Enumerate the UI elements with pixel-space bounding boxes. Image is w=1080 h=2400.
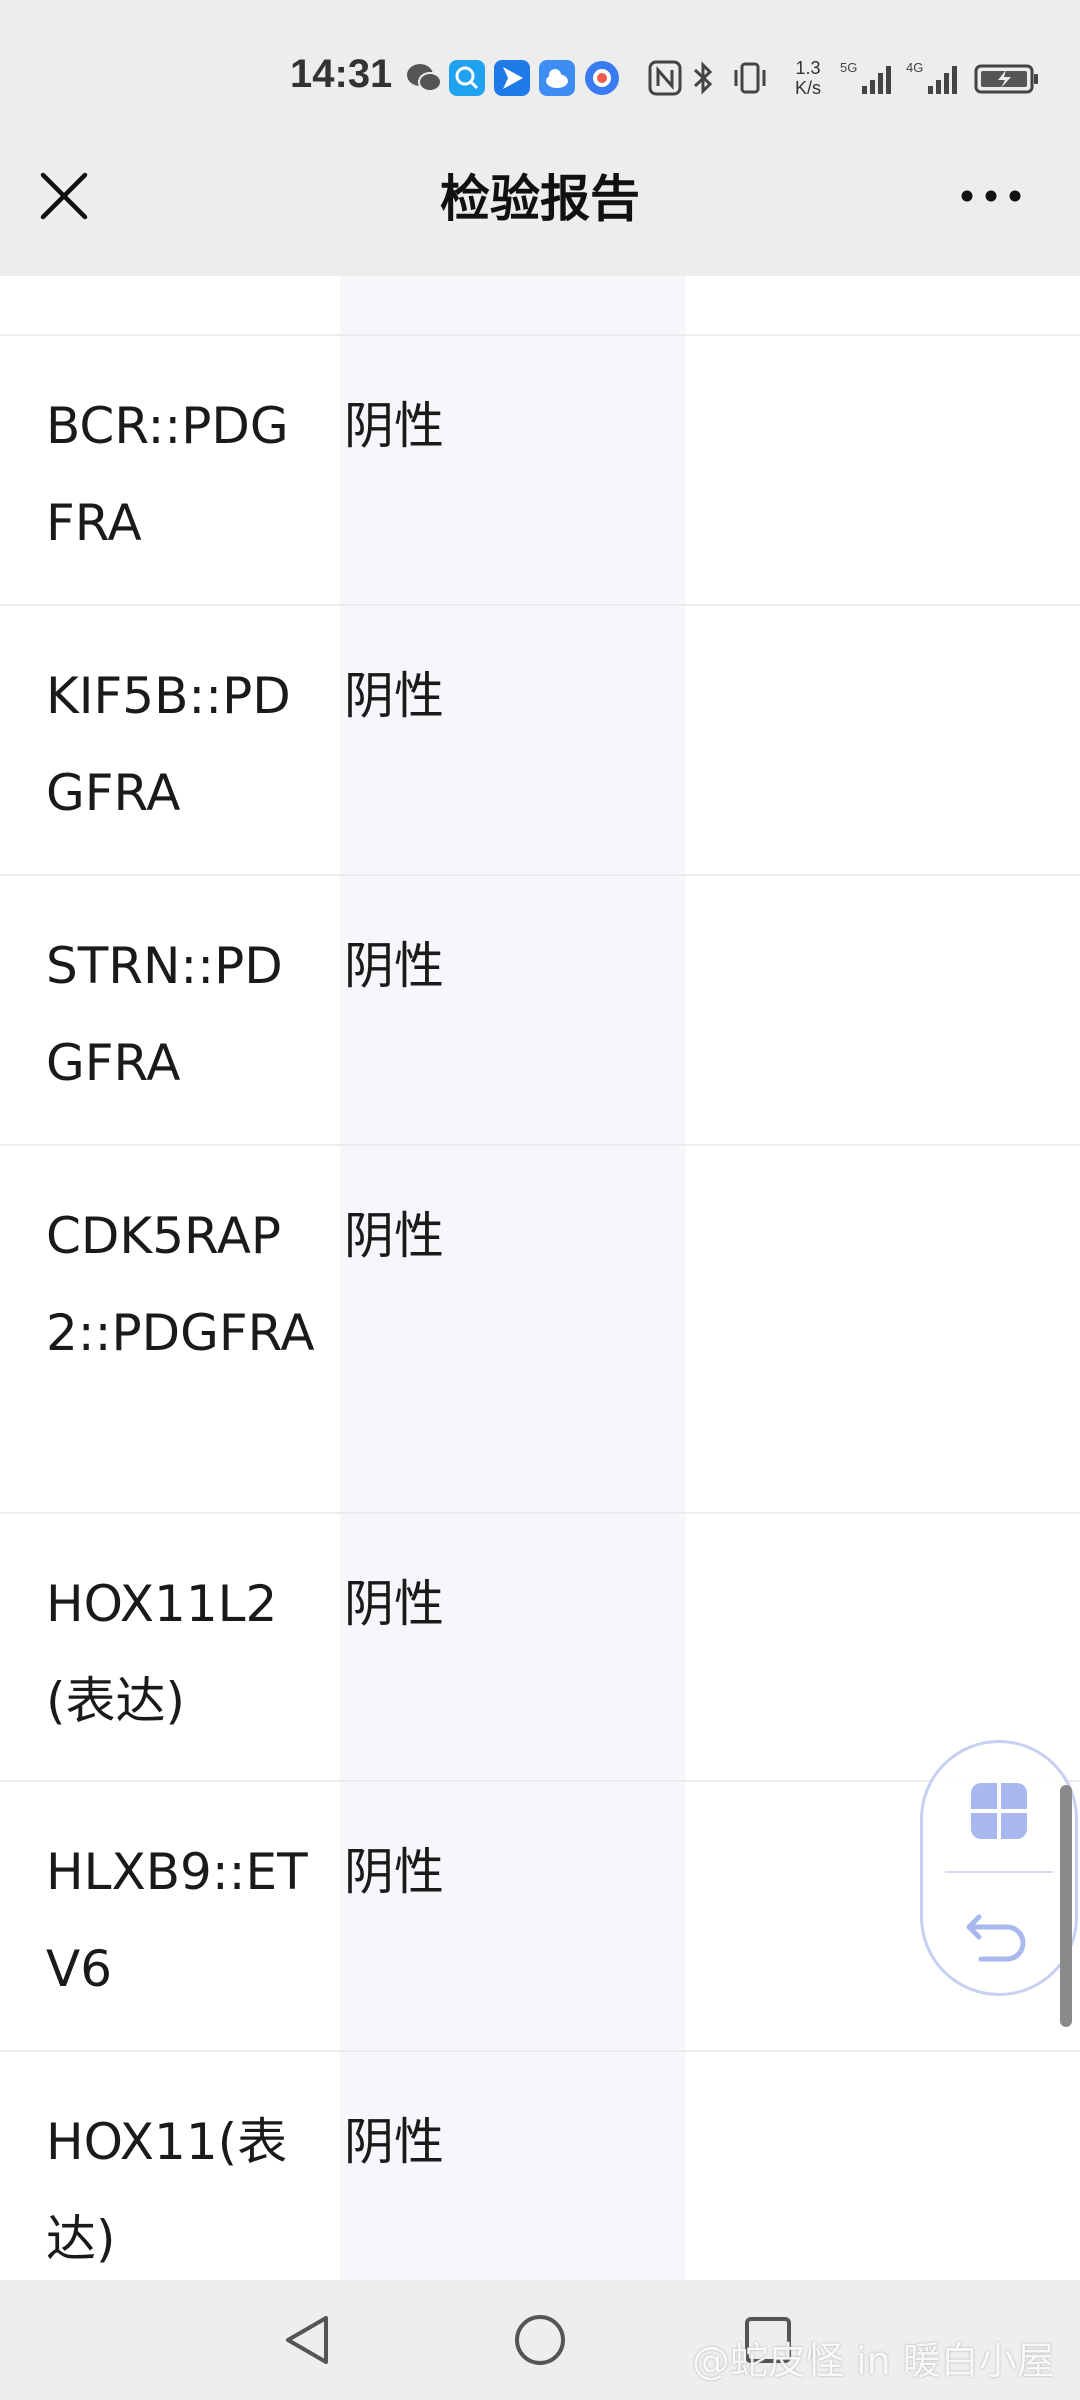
cloud-app-icon	[539, 60, 575, 96]
battery-icon	[974, 64, 1038, 94]
svg-text:4G: 4G	[906, 60, 923, 75]
search-app-icon	[449, 60, 485, 96]
home-circle-icon[interactable]	[510, 2310, 570, 2370]
result-cell: 阴性	[344, 1207, 444, 1265]
table-row: BCR::PDGFRA 阴性	[0, 334, 1080, 606]
signal-5g-icon: 5G	[840, 60, 891, 94]
scrollbar-thumb[interactable]	[1060, 1785, 1072, 2027]
gene-name-cell: HLXB9::ETV6	[46, 1843, 308, 1998]
browser-app-icon	[585, 61, 619, 95]
wechat-icon	[407, 64, 442, 92]
signal-4g-icon: 4G	[906, 60, 957, 94]
app-grid-icon[interactable]	[947, 1775, 1051, 1847]
floating-widget[interactable]	[920, 1740, 1078, 1996]
status-time: 14:31	[290, 52, 393, 96]
svg-text:5G: 5G	[840, 60, 857, 75]
return-icon[interactable]	[961, 1903, 1037, 1967]
vibrate-icon	[734, 62, 766, 94]
watermark: @蛇皮怪 in 暖白小屋	[692, 2339, 1055, 2383]
page-title: 检验报告	[440, 170, 640, 228]
report-table[interactable]: BCR::PDGFRA 阴性 KIF5B::PDGFRA 阴性 STRN::PD…	[0, 276, 1080, 2280]
table-row: STRN::PDGFRA 阴性	[0, 874, 1080, 1146]
gene-name-cell: STRN::PDGFRA	[46, 937, 283, 1092]
gene-name-cell: KIF5B::PDGFRA	[46, 667, 291, 822]
nfc-icon	[648, 60, 682, 96]
gene-name-cell: HOX11(表达)	[46, 2113, 288, 2268]
network-speed: 1.3 K/s	[794, 58, 821, 98]
status-bar: 14:31 1.3 K/s 5G 4G	[0, 0, 1080, 150]
result-cell: 阴性	[344, 1843, 444, 1901]
table-row: KIF5B::PDGFRA 阴性	[0, 604, 1080, 876]
result-cell: 阴性	[344, 667, 444, 725]
more-options-icon[interactable]	[956, 176, 1026, 216]
back-triangle-icon[interactable]	[278, 2310, 338, 2370]
table-row: HOX11(表达) 阴性	[0, 2050, 1080, 2280]
table-row: HLXB9::ETV6 阴性	[0, 1780, 1080, 2052]
result-cell: 阴性	[344, 397, 444, 455]
gene-name-cell: HOX11L2(表达)	[46, 1575, 278, 1730]
result-cell: 阴性	[344, 937, 444, 995]
result-cell: 阴性	[344, 2113, 444, 2171]
gene-name-cell: BCR::PDGFRA	[46, 397, 289, 552]
result-cell: 阴性	[344, 1575, 444, 1633]
bluetooth-icon	[693, 61, 713, 95]
table-row: HOX11L2(表达) 阴性	[0, 1512, 1080, 1782]
table-row: CDK5RAP2::PDGFRA 阴性	[0, 1144, 1080, 1514]
navigation-app-icon	[494, 60, 530, 96]
widget-divider	[945, 1871, 1053, 1873]
gene-name-cell: CDK5RAP2::PDGFRA	[46, 1207, 315, 1362]
